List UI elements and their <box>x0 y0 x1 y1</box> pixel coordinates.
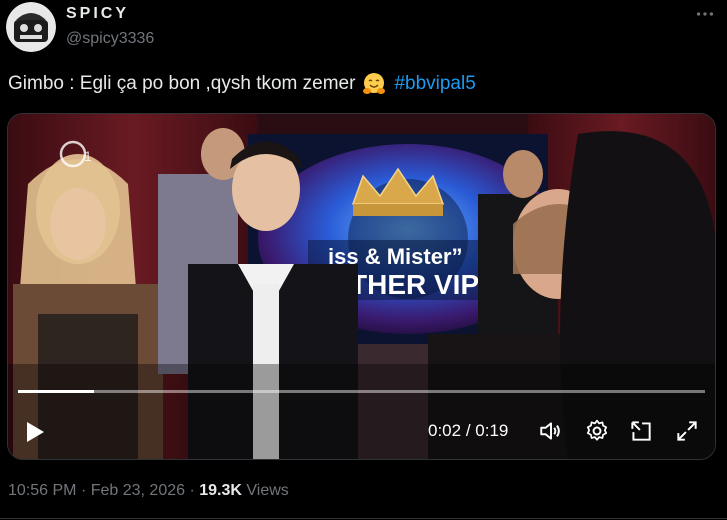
fullscreen-button[interactable] <box>674 418 700 444</box>
progress-fill <box>18 390 94 393</box>
views-label: Views <box>246 482 289 499</box>
time-display: 0:02 / 0:19 <box>428 421 508 441</box>
hashtag-link[interactable]: #bbvipal5 <box>394 73 475 95</box>
tweet-time[interactable]: 10:56 PM <box>8 482 76 499</box>
video-player[interactable]: iss & Mister” ROTHER VIP 1 0:02 / 0:19 <box>7 113 716 460</box>
fullscreen-icon <box>677 421 697 441</box>
duration: 0:19 <box>475 421 509 440</box>
picture-in-picture-button[interactable] <box>628 418 654 444</box>
play-button[interactable] <box>24 420 46 444</box>
video-frame: iss & Mister” ROTHER VIP 1 <box>8 114 715 459</box>
more-options-button[interactable] <box>690 4 720 24</box>
tweet-date[interactable]: Feb 23, 2026 <box>91 482 185 499</box>
views-count[interactable]: 19.3K <box>199 482 242 499</box>
avatar[interactable] <box>6 2 56 52</box>
tweet-text: Gimbo : Egli ça po bon ,qysh tkom zemer … <box>8 72 476 96</box>
play-icon <box>27 422 44 442</box>
divider <box>0 518 727 519</box>
volume-button[interactable] <box>538 418 564 444</box>
svg-text:1: 1 <box>84 148 92 164</box>
gear-icon <box>586 419 608 441</box>
tweet: SPICY @spicy3336 Gimbo : Egli ça po bon … <box>0 0 727 520</box>
tweet-meta: 10:56 PM · Feb 23, 2026 · 19.3K Views <box>8 482 289 500</box>
meta-dot: · <box>80 482 87 499</box>
time-separator: / <box>465 421 471 440</box>
current-time: 0:02 <box>428 421 462 440</box>
settings-button[interactable] <box>584 418 610 444</box>
more-horizontal-icon <box>696 12 714 16</box>
display-name[interactable]: SPICY <box>66 5 129 23</box>
picture-in-picture-icon <box>631 421 651 441</box>
hugging-face-emoji-icon <box>362 72 386 96</box>
tweet-body: Gimbo : Egli ça po bon ,qysh tkom zemer <box>8 73 356 94</box>
volume-icon <box>540 422 560 440</box>
progress-bar[interactable] <box>18 390 705 393</box>
user-handle[interactable]: @spicy3336 <box>66 30 154 48</box>
meta-dot: · <box>189 482 195 499</box>
